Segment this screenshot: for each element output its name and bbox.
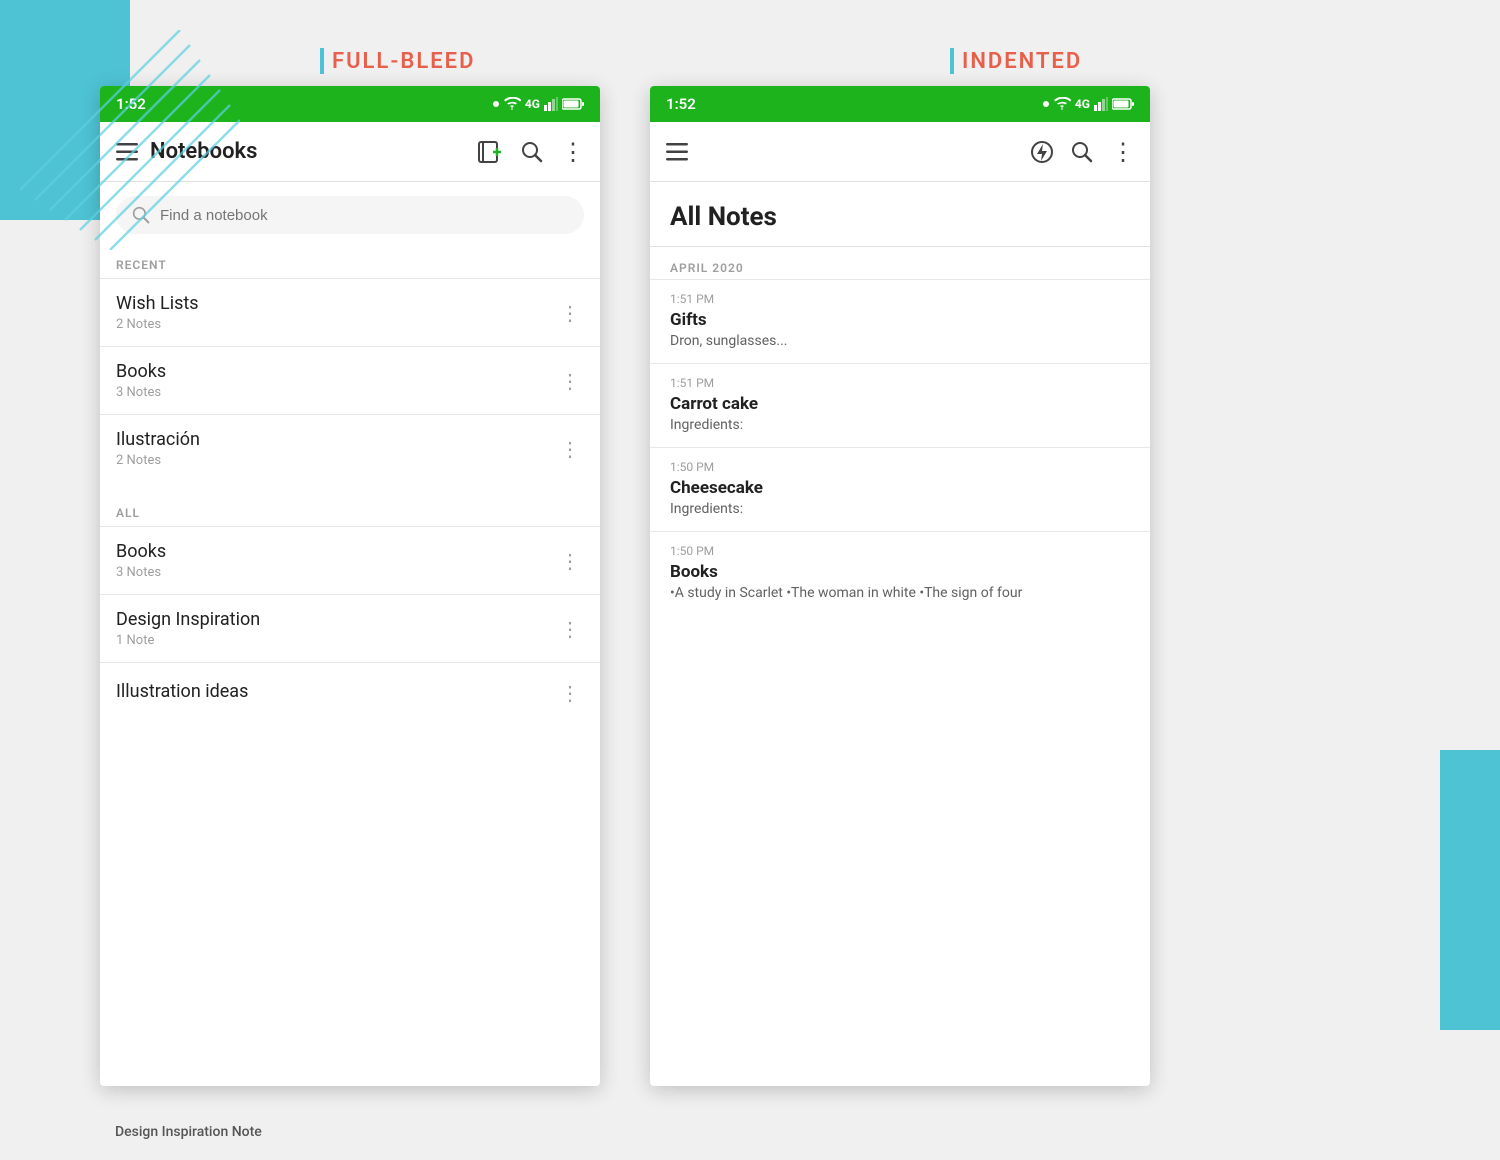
search-icon[interactable] (521, 141, 543, 163)
right-status-icons: 4G (1043, 97, 1134, 111)
note-time-carrot-cake: 1:51 PM (670, 376, 1130, 390)
right-label: INDENTED (950, 48, 1082, 74)
date-section-label: APRIL 2020 (650, 247, 1150, 279)
note-item-cheesecake[interactable]: 1:50 PM Cheesecake Ingredients: (650, 447, 1150, 531)
wifi-icon (503, 97, 521, 111)
notebook-name-books-recent: Books (116, 361, 166, 382)
battery-icon (562, 98, 584, 110)
left-toolbar-icons: ⋮ (477, 138, 584, 166)
notebook-options-wish-lists[interactable]: ⋮ (556, 297, 584, 329)
right-phone: 1:52 4G (650, 86, 1150, 1086)
left-label-text: FULL-BLEED (332, 49, 475, 74)
notebook-name-books-all: Books (116, 541, 166, 562)
left-label-bar (320, 48, 324, 74)
right-time: 1:52 (666, 95, 696, 113)
right-search-icon[interactable] (1071, 141, 1093, 163)
notebook-options-design-inspiration[interactable]: ⋮ (556, 613, 584, 645)
note-title-gifts: Gifts (670, 310, 1130, 330)
note-time-books: 1:50 PM (670, 544, 1130, 558)
right-network-label: 4G (1075, 97, 1090, 111)
signal-bars (544, 97, 558, 111)
notebook-item-wish-lists[interactable]: Wish Lists 2 Notes ⋮ (100, 278, 600, 346)
right-wifi-icon (1053, 97, 1071, 111)
right-toolbar-icons: ⋮ (1031, 138, 1134, 166)
recent-section-header: RECENT (100, 248, 600, 278)
signal-dot (493, 101, 499, 107)
flash-circle-icon (1031, 141, 1053, 163)
notebook-options-illustration-ideas[interactable]: ⋮ (556, 677, 584, 709)
search-bar-icon (132, 206, 150, 224)
notebook-options-ilustracion[interactable]: ⋮ (556, 433, 584, 465)
note-preview-gifts: Dron, sunglasses... (670, 333, 1130, 349)
right-menu-icon[interactable] (666, 143, 688, 161)
notebook-name-design-inspiration: Design Inspiration (116, 609, 260, 630)
bottom-note-label: Design Inspiration Note (115, 1124, 262, 1140)
note-title-cheesecake: Cheesecake (670, 478, 1130, 498)
menu-icon[interactable] (116, 143, 138, 161)
note-time-gifts: 1:51 PM (670, 292, 1130, 306)
left-label: FULL-BLEED (320, 48, 475, 74)
more-menu-icon[interactable]: ⋮ (561, 138, 584, 166)
notebook-count-design-inspiration: 1 Note (116, 633, 260, 648)
note-title-books: Books (670, 562, 1130, 582)
notebook-item-books-all[interactable]: Books 3 Notes ⋮ (100, 526, 600, 594)
all-section-header: ALL (100, 496, 600, 526)
right-battery-icon (1112, 98, 1134, 110)
right-more-menu-icon[interactable]: ⋮ (1111, 138, 1134, 166)
left-time: 1:52 (116, 95, 146, 113)
notebook-count-books-recent: 3 Notes (116, 385, 166, 400)
right-hamburger-icon (666, 143, 688, 161)
notebook-search-input[interactable] (160, 207, 568, 224)
note-item-books[interactable]: 1:50 PM Books •A study in Scarlet •The w… (650, 531, 1150, 615)
right-label-bar (950, 48, 954, 74)
note-preview-cheesecake: Ingredients: (670, 501, 1130, 517)
left-phone: 1:52 4G Notebooks (100, 86, 600, 1086)
note-title-carrot-cake: Carrot cake (670, 394, 1130, 414)
right-status-bar: 1:52 4G (650, 86, 1150, 122)
notebook-search[interactable] (116, 196, 584, 234)
bg-accent-right (1440, 750, 1500, 1030)
right-search-icon-svg (1071, 141, 1093, 163)
hamburger-icon (116, 143, 138, 161)
right-signal-dot (1043, 101, 1049, 107)
notebook-name-illustration-ideas: Illustration ideas (116, 681, 248, 702)
notebook-item-books-recent[interactable]: Books 3 Notes ⋮ (100, 346, 600, 414)
notebook-item-ilustracion[interactable]: Ilustración 2 Notes ⋮ (100, 414, 600, 482)
note-time-cheesecake: 1:50 PM (670, 460, 1130, 474)
notebook-count-books-all: 3 Notes (116, 565, 166, 580)
notebook-count-wish-lists: 2 Notes (116, 317, 199, 332)
note-item-carrot-cake[interactable]: 1:51 PM Carrot cake Ingredients: (650, 363, 1150, 447)
notebook-count-ilustracion: 2 Notes (116, 453, 200, 468)
right-signal-bars (1094, 97, 1108, 111)
left-toolbar-title: Notebooks (150, 139, 477, 164)
right-toolbar: ⋮ (650, 122, 1150, 182)
all-notes-title: All Notes (650, 182, 1150, 247)
search-icon-svg (521, 141, 543, 163)
flash-icon[interactable] (1031, 141, 1053, 163)
right-label-text: INDENTED (962, 49, 1082, 74)
note-item-gifts[interactable]: 1:51 PM Gifts Dron, sunglasses... (650, 279, 1150, 363)
left-status-icons: 4G (493, 97, 584, 111)
note-preview-carrot-cake: Ingredients: (670, 417, 1130, 433)
notebook-item-illustration-ideas[interactable]: Illustration ideas ⋮ (100, 662, 600, 723)
add-notebook-icon (477, 140, 503, 164)
notebook-name-ilustracion: Ilustración (116, 429, 200, 450)
notebook-name-wish-lists: Wish Lists (116, 293, 199, 314)
network-label: 4G (525, 97, 540, 111)
notebook-options-books-all[interactable]: ⋮ (556, 545, 584, 577)
note-preview-books: •A study in Scarlet •The woman in white … (670, 585, 1130, 601)
notebook-options-books-recent[interactable]: ⋮ (556, 365, 584, 397)
left-status-bar: 1:52 4G (100, 86, 600, 122)
left-toolbar: Notebooks ⋮ (100, 122, 600, 182)
notebook-item-design-inspiration[interactable]: Design Inspiration 1 Note ⋮ (100, 594, 600, 662)
notebook-add-icon[interactable] (477, 140, 503, 164)
